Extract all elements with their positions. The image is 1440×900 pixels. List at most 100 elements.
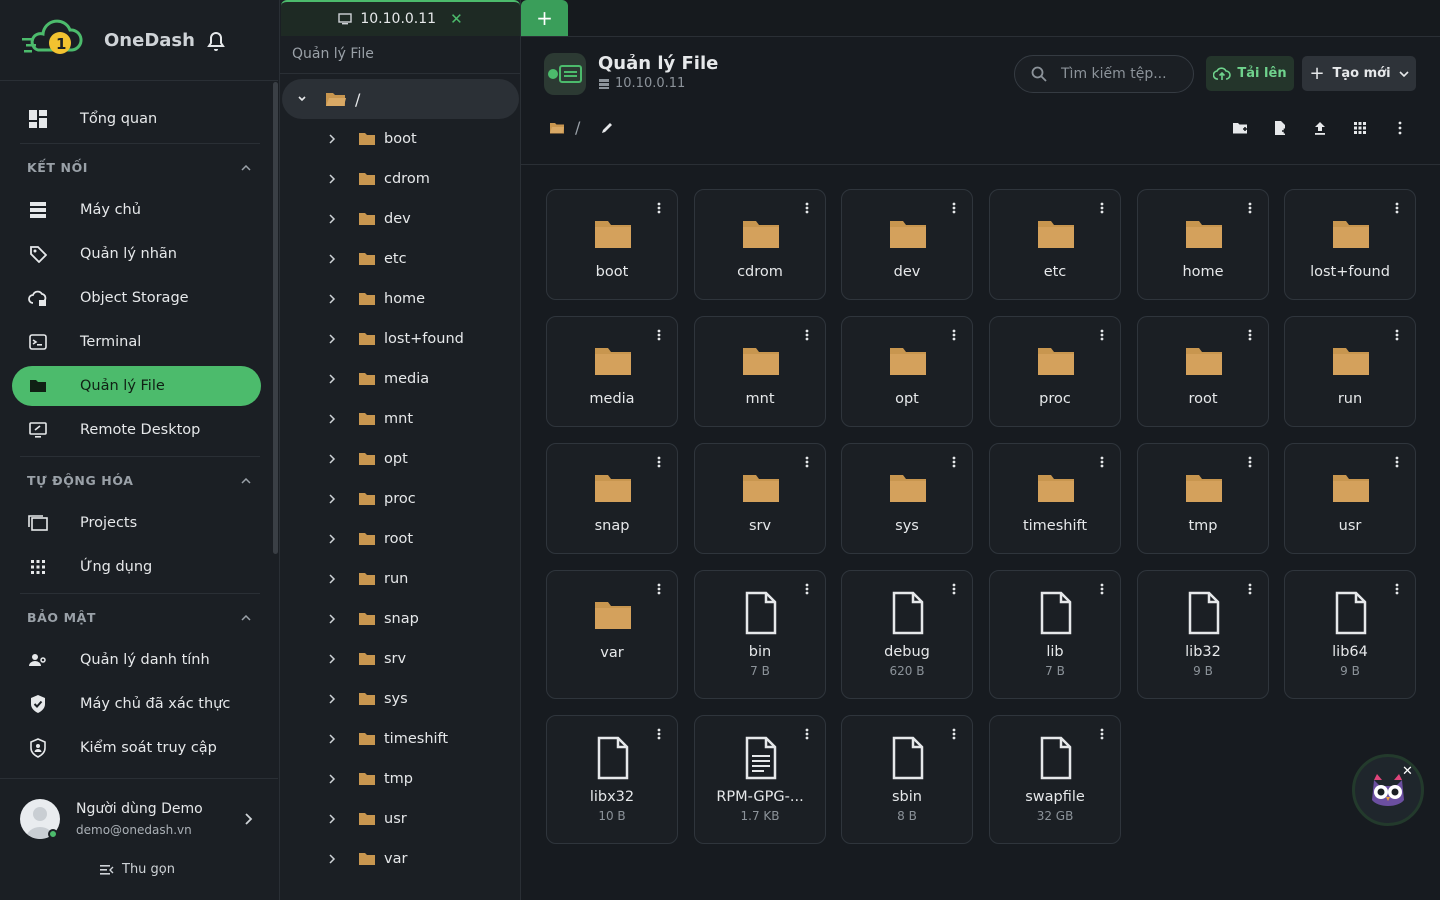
- folder-card[interactable]: usr: [1284, 443, 1416, 554]
- nav-item-projects[interactable]: Projects: [12, 503, 261, 543]
- collapse-sidebar-button[interactable]: Thu gọn: [100, 862, 175, 877]
- more-vertical-icon[interactable]: [1395, 329, 1399, 341]
- chevron-right-icon[interactable]: [326, 374, 338, 384]
- nav-item-access-control[interactable]: Kiểm soát truy cập: [12, 728, 261, 768]
- user-profile[interactable]: Người dùng Demo demo@onedash.vn: [0, 778, 278, 860]
- chevron-right-icon[interactable]: [326, 574, 338, 584]
- folder-card[interactable]: root: [1137, 316, 1269, 427]
- more-vertical-icon[interactable]: [952, 202, 956, 214]
- upload-button[interactable]: Tải lên: [1206, 56, 1294, 91]
- tree-item[interactable]: timeshift: [326, 727, 448, 751]
- more-vertical-icon[interactable]: [1248, 202, 1252, 214]
- chevron-right-icon[interactable]: [326, 854, 338, 864]
- folder-card[interactable]: opt: [841, 316, 973, 427]
- tree-item[interactable]: usr: [326, 807, 407, 831]
- tree-item[interactable]: home: [326, 287, 425, 311]
- tree-item[interactable]: mnt: [326, 407, 413, 431]
- chevron-right-icon[interactable]: [326, 454, 338, 464]
- more-vertical-icon[interactable]: [952, 329, 956, 341]
- tree-item[interactable]: tmp: [326, 767, 413, 791]
- folder-card[interactable]: cdrom: [694, 189, 826, 300]
- tab-server[interactable]: 10.10.0.11 ✕: [281, 0, 520, 36]
- section-header-automation[interactable]: TỰ ĐỘNG HÓA: [27, 473, 251, 488]
- chevron-right-icon[interactable]: [326, 294, 338, 304]
- more-vertical-icon[interactable]: [805, 728, 809, 740]
- more-vertical-icon[interactable]: [1248, 583, 1252, 595]
- more-vertical-icon[interactable]: [1100, 583, 1104, 595]
- nav-item-terminal[interactable]: Terminal: [12, 322, 261, 362]
- folder-card[interactable]: run: [1284, 316, 1416, 427]
- file-card[interactable]: lib32 9 B: [1137, 570, 1269, 699]
- file-card[interactable]: debug 620 B: [841, 570, 973, 699]
- tree-item[interactable]: boot: [326, 127, 417, 151]
- more-vertical-icon[interactable]: [1100, 456, 1104, 468]
- new-file-icon[interactable]: [1272, 120, 1288, 136]
- tree-item[interactable]: lost+found: [326, 327, 464, 351]
- folder-card[interactable]: var: [546, 570, 678, 699]
- more-vertical-icon[interactable]: [805, 583, 809, 595]
- folder-card[interactable]: boot: [546, 189, 678, 300]
- file-card[interactable]: swapfile 32 GB: [989, 715, 1121, 844]
- tree-root-item[interactable]: /: [282, 79, 519, 119]
- nav-item-apps[interactable]: Ứng dụng: [12, 547, 261, 587]
- chevron-right-icon[interactable]: [326, 814, 338, 824]
- folder-card[interactable]: etc: [989, 189, 1121, 300]
- more-vertical-icon[interactable]: [952, 456, 956, 468]
- nav-item-overview[interactable]: Tổng quan: [12, 99, 261, 139]
- more-vertical-icon[interactable]: [657, 329, 661, 341]
- chevron-right-icon[interactable]: [326, 494, 338, 504]
- nav-item-object-storage[interactable]: Object Storage: [12, 278, 261, 318]
- nav-item-identity[interactable]: Quản lý danh tính: [12, 640, 261, 680]
- nav-item-verified-servers[interactable]: Máy chủ đã xác thực: [12, 684, 261, 724]
- folder-card[interactable]: media: [546, 316, 678, 427]
- more-vertical-icon[interactable]: [1395, 456, 1399, 468]
- more-vertical-icon[interactable]: [952, 583, 956, 595]
- file-card[interactable]: libx32 10 B: [546, 715, 678, 844]
- more-vertical-icon[interactable]: [1248, 329, 1252, 341]
- more-vertical-icon[interactable]: [805, 329, 809, 341]
- close-assistant-icon[interactable]: ✕: [1402, 764, 1413, 779]
- grid-view-icon[interactable]: [1352, 120, 1368, 136]
- tree-item[interactable]: proc: [326, 487, 416, 511]
- more-vertical-icon[interactable]: [805, 202, 809, 214]
- close-tab-icon[interactable]: ✕: [450, 10, 463, 28]
- folder-card[interactable]: lost+found: [1284, 189, 1416, 300]
- section-header-connect[interactable]: KẾT NỐI: [27, 160, 251, 175]
- bell-icon[interactable]: [204, 30, 228, 54]
- tree-item[interactable]: opt: [326, 447, 408, 471]
- tree-item[interactable]: srv: [326, 647, 406, 671]
- upload-icon[interactable]: [1312, 120, 1328, 136]
- file-card[interactable]: sbin 8 B: [841, 715, 973, 844]
- folder-open-icon[interactable]: [549, 122, 565, 134]
- chevron-right-icon[interactable]: [326, 134, 338, 144]
- file-card[interactable]: bin 7 B: [694, 570, 826, 699]
- add-tab-button[interactable]: +: [521, 0, 568, 36]
- more-vertical-icon[interactable]: [657, 202, 661, 214]
- new-folder-icon[interactable]: [1232, 120, 1248, 136]
- tree-item[interactable]: sys: [326, 687, 408, 711]
- chevron-right-icon[interactable]: [326, 774, 338, 784]
- tree-item[interactable]: var: [326, 847, 407, 871]
- folder-card[interactable]: sys: [841, 443, 973, 554]
- more-vertical-icon[interactable]: [805, 456, 809, 468]
- chevron-right-icon[interactable]: [326, 254, 338, 264]
- nav-item-file-manager[interactable]: Quản lý File: [12, 366, 261, 406]
- assistant-bubble[interactable]: [1352, 754, 1424, 826]
- search-input[interactable]: [1061, 66, 1191, 82]
- chevron-right-icon[interactable]: [326, 614, 338, 624]
- more-vertical-icon[interactable]: [1395, 202, 1399, 214]
- more-options-icon[interactable]: [1392, 120, 1408, 136]
- chevron-right-icon[interactable]: [326, 694, 338, 704]
- more-vertical-icon[interactable]: [1100, 202, 1104, 214]
- folder-card[interactable]: proc: [989, 316, 1121, 427]
- tree-item[interactable]: run: [326, 567, 408, 591]
- more-vertical-icon[interactable]: [1100, 728, 1104, 740]
- tree-item[interactable]: media: [326, 367, 429, 391]
- edit-path-icon[interactable]: [600, 121, 614, 135]
- tree-item[interactable]: cdrom: [326, 167, 430, 191]
- chevron-right-icon[interactable]: [326, 174, 338, 184]
- folder-card[interactable]: mnt: [694, 316, 826, 427]
- chevron-right-icon[interactable]: [326, 654, 338, 664]
- chevron-right-icon[interactable]: [326, 534, 338, 544]
- chevron-right-icon[interactable]: [326, 414, 338, 424]
